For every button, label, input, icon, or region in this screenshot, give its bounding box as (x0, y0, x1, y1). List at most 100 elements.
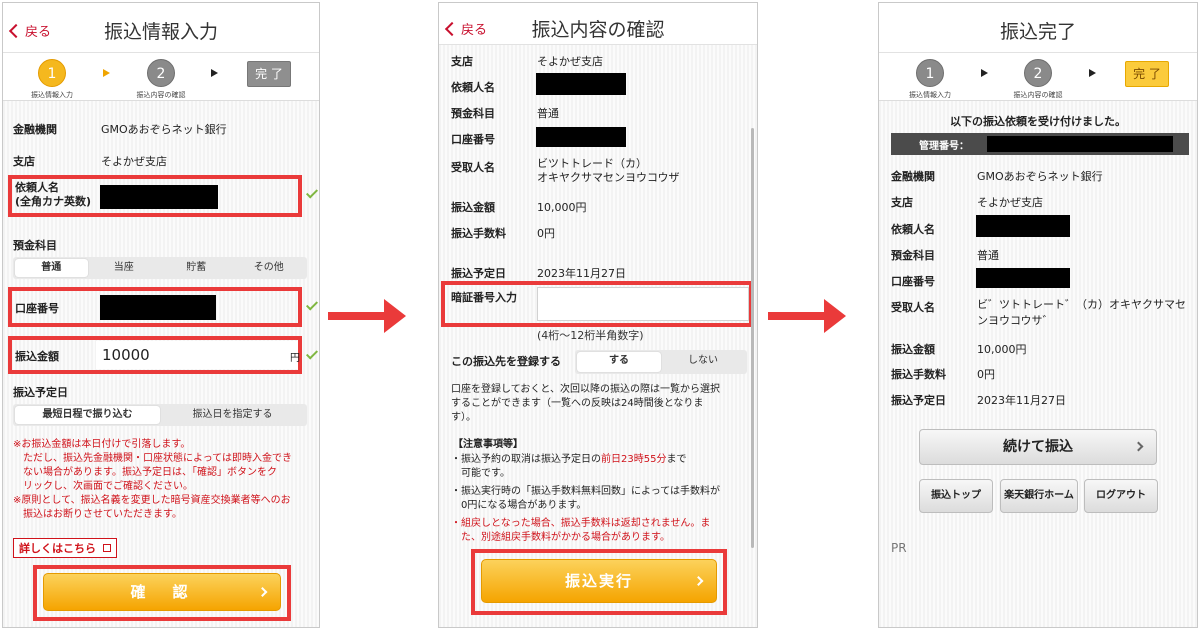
register-selector: する しない (575, 350, 747, 374)
header: 振込完了 (879, 3, 1197, 53)
flow-arrow-head (824, 299, 846, 333)
step-1: 1 振込情報入力 (9, 59, 95, 100)
account-type-futsu[interactable]: 普通 (15, 259, 88, 277)
pin-input[interactable] (537, 287, 749, 321)
details-link[interactable]: 詳しくはこちら (13, 538, 117, 558)
check-icon (305, 298, 319, 311)
step-done: 完 了 (247, 61, 291, 87)
account-number-redacted (536, 127, 626, 147)
recipient-value-line2: ンヨウコウサ゛ (977, 314, 1054, 327)
continue-transfer-button[interactable]: 続けて振込 (919, 429, 1157, 465)
date-option-earliest[interactable]: 最短日程で振り込む (15, 406, 160, 424)
transfer-top-label: 振込トップ (931, 490, 981, 501)
amount-label: 振込金額 (891, 343, 935, 356)
account-type-value: 普通 (977, 249, 999, 262)
step-done: 完 了 (1125, 61, 1169, 87)
amount-value: 10,000円 (537, 201, 587, 214)
execute-transfer-button[interactable]: 振込実行 (481, 559, 717, 603)
page-title: 振込情報入力 (103, 21, 218, 43)
register-yes[interactable]: する (577, 352, 661, 372)
account-type-label: 預金科目 (891, 249, 935, 262)
external-link-icon (102, 544, 111, 552)
account-number-label: 口座番号 (891, 275, 935, 288)
register-note: 口座を登録しておくと、次回以降の振込の際は一覧から選択 することができます（一覧… (451, 383, 751, 425)
register-no[interactable]: しない (661, 352, 745, 372)
management-number-label: 管理番号： (919, 141, 969, 152)
note-line: 振込はお断りさせていただきます。 (23, 509, 182, 520)
bank-label: 金融機関 (891, 170, 935, 183)
logout-button[interactable]: ログアウト (1084, 479, 1158, 513)
note-line: す）。 (451, 412, 476, 423)
rakuten-home-button[interactable]: 楽天銀行ホーム (1000, 479, 1078, 513)
requester-label: 依頼人名 (451, 81, 495, 94)
chevron-right-icon (693, 576, 704, 586)
requester-input-redacted[interactable] (100, 185, 218, 209)
account-number-label: 口座番号 (451, 133, 495, 146)
execute-button-label: 振込実行 (564, 572, 633, 590)
bank-label: 金融機関 (13, 123, 57, 136)
transfer-top-button[interactable]: 振込トップ (919, 479, 993, 513)
account-number-redacted (976, 268, 1070, 288)
branch-label: 支店 (891, 196, 913, 209)
account-type-toza[interactable]: 当座 (88, 259, 161, 277)
date-option-specify[interactable]: 振込日を指定する (160, 406, 305, 424)
step-1: 1 振込情報入力 (887, 59, 973, 100)
details-link-label: 詳しくはこちら (19, 542, 96, 555)
account-type-chochiku[interactable]: 貯蓄 (160, 259, 233, 277)
amount-input[interactable]: 10000 円 (96, 341, 300, 369)
requester-label-line2: (全角カナ英数) (15, 195, 92, 208)
recipient-value: ビツトトレード（カ） オキヤクサマセンヨウコウザ (537, 157, 680, 185)
step-arrow-icon (1089, 69, 1096, 77)
fee-value: 0円 (537, 227, 555, 240)
confirm-button[interactable]: 確 認 (43, 573, 281, 611)
requester-label: 依頼人名 (全角カナ英数) (15, 181, 91, 209)
account-number-input-redacted[interactable] (100, 295, 216, 320)
pin-label: 暗証番号入力 (451, 291, 517, 304)
date-value: 2023年11月27日 (537, 267, 626, 280)
requester-label: 依頼人名 (891, 223, 935, 236)
bank-value: GMOあおぞらネット銀行 (101, 123, 227, 136)
screen-transfer-confirm: 戻る 振込内容の確認 支店 そよかぜ支店 依頼人名 預金科目 普通 口座番号 受… (438, 2, 758, 628)
account-type-selector: 普通 当座 貯蓄 その他 (13, 257, 307, 279)
step-arrow-icon (981, 69, 988, 77)
logout-label: ログアウト (1096, 490, 1146, 501)
pin-hint: (4桁〜12桁半角数字) (537, 329, 644, 342)
requester-redacted (536, 73, 626, 95)
pr-label: PR (891, 541, 907, 555)
recipient-value-line2: オキヤクサマセンヨウコウザ (537, 171, 680, 184)
recipient-value-line1: ビツトトレード（カ） (537, 157, 647, 170)
step-arrow-icon (103, 69, 110, 77)
caution-text: ・振込予約の取消は振込予定日の (451, 454, 601, 465)
caution-item-2: ・振込実行時の「振込手数料無料回数」によっては手数料が (451, 486, 720, 497)
date-label: 振込予定日 (451, 267, 506, 280)
step-2: 2 振込内容の確認 (118, 59, 204, 100)
step-arrow-icon (211, 69, 218, 77)
account-type-other[interactable]: その他 (233, 259, 306, 277)
branch-value: そよかぜ支店 (977, 196, 1043, 209)
note-line: ※お振込金額は本日付けで引落します。 (13, 439, 191, 450)
fee-label: 振込手数料 (451, 227, 506, 240)
recipient-label: 受取人名 (451, 161, 495, 174)
note-line: リックし、次画面でご確認ください。 (23, 481, 193, 492)
caution-text: まで (666, 454, 687, 465)
rakuten-home-label: 楽天銀行ホーム (1004, 490, 1074, 501)
step-2-number: 2 (1024, 59, 1052, 87)
scrollbar[interactable] (751, 128, 754, 548)
fee-value: 0円 (977, 368, 995, 381)
recipient-label: 受取人名 (891, 301, 935, 314)
date-option-selector: 最短日程で振り込む 振込日を指定する (13, 404, 307, 426)
branch-label: 支店 (451, 55, 473, 68)
note-line: ない場合があります。振込予定日は、「確認」ボタンをク (23, 467, 277, 478)
check-icon (305, 186, 319, 199)
amount-label: 振込金額 (15, 350, 59, 363)
caution-text: た、別途組戻手数料がかかる場合があります。 (461, 532, 670, 543)
requester-label-line1: 依頼人名 (15, 181, 59, 194)
amount-value: 10,000円 (977, 343, 1027, 356)
caution-item-1: ・振込予約の取消は振込予定日の前日23時55分まで (451, 453, 751, 467)
caution-deadline: 前日23時55分 (601, 454, 667, 465)
caution-item-3: ・組戻しとなった場合、振込手数料は返却されません。ま (451, 518, 711, 529)
note-line: ※原則として、振込名義を変更した暗号資産交換業者等へのお (13, 495, 291, 506)
management-number-redacted (987, 136, 1173, 152)
note-line: ただし、振込先金融機関・口座状態によっては即時入金でき (23, 453, 292, 464)
recipient-value: ビ゛ツトトレート゛（カ）オキヤクサマセ ンヨウコウサ゛ (977, 297, 1186, 329)
